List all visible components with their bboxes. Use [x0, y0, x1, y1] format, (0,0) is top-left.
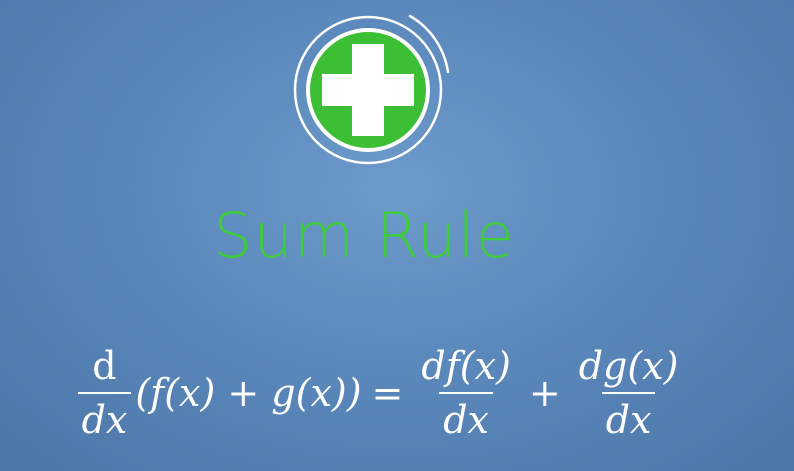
plus-sign: +	[528, 371, 561, 415]
derivative-of-f-denominator: dx	[439, 392, 493, 442]
equals-sign: =	[371, 371, 404, 415]
derivative-of-g-denominator: dx	[601, 392, 656, 442]
derivative-operator-numerator: d	[92, 344, 117, 388]
derivative-of-g: dg(x) dx	[575, 344, 683, 442]
plus-horizontal-bar	[322, 74, 414, 106]
derivative-of-g-numerator: dg(x)	[578, 344, 679, 388]
derivative-of-f: df(x) dx	[417, 344, 514, 442]
plus-icon	[293, 14, 450, 165]
slide-title: Sum Rule	[213, 199, 515, 272]
derivative-operator: d dx	[77, 344, 132, 442]
derivative-of-f-numerator: df(x)	[421, 344, 511, 388]
sum-rule-formula: d dx (f(x) + g(x)) = df(x) dx + dg(x) dx	[0, 338, 760, 448]
derivative-operator-denominator: dx	[77, 392, 132, 442]
slide: Sum Rule d dx (f(x) + g(x)) = df(x) dx +…	[0, 0, 794, 471]
lhs-expression: (f(x) + g(x))	[135, 371, 362, 415]
